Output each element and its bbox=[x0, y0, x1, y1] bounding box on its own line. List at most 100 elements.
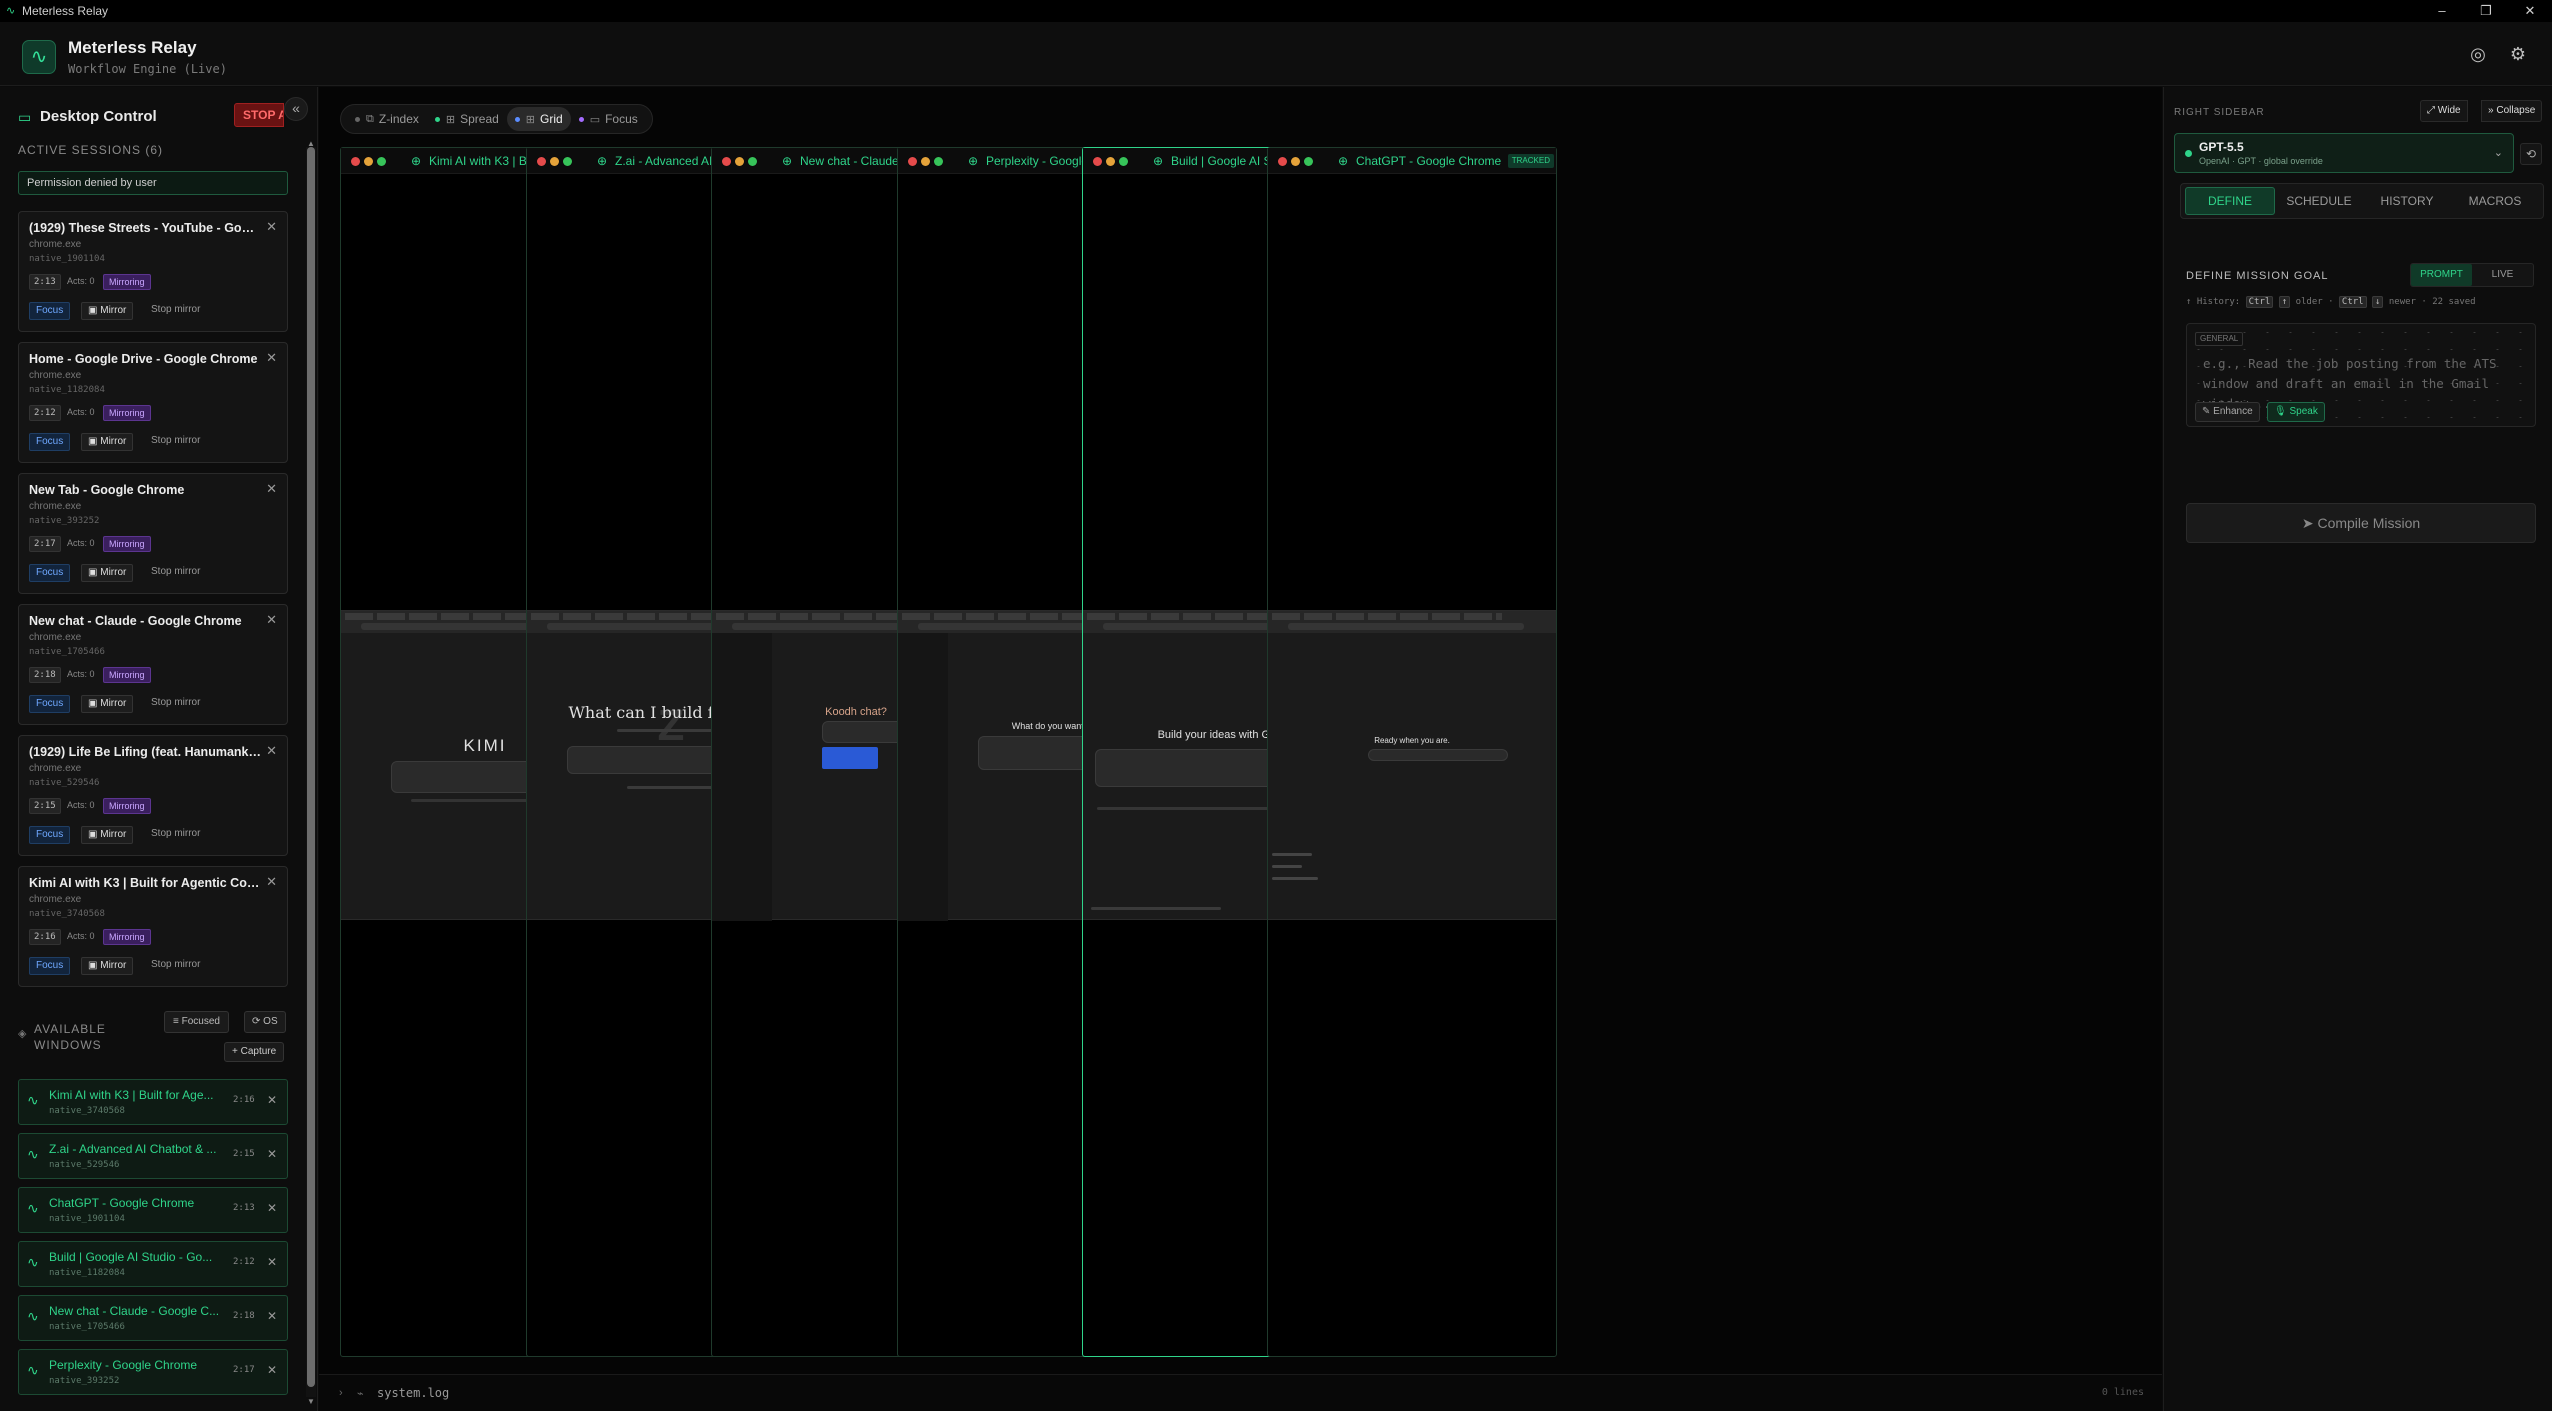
system-log-bar[interactable]: › ⌁ system.log 0 lines bbox=[319, 1374, 2162, 1411]
focus-button[interactable]: Focus bbox=[29, 826, 71, 844]
close-icon[interactable]: ✕ bbox=[266, 481, 277, 497]
session-card[interactable]: Kimi AI with K3 | Built for Agentic Codi… bbox=[18, 866, 288, 987]
collapse-left-panel-icon[interactable]: « bbox=[284, 97, 308, 121]
red-dot[interactable] bbox=[1093, 157, 1102, 166]
mirror-button[interactable]: ▣ Mirror bbox=[81, 302, 134, 320]
close-icon[interactable]: ✕ bbox=[267, 1255, 277, 1269]
red-dot[interactable] bbox=[537, 157, 546, 166]
stop-all-button[interactable]: STOP ALL bbox=[234, 103, 284, 127]
window-preview-card[interactable]: ⊕ ChatGPT - Google Chrome TRACKED Ready … bbox=[1267, 147, 1557, 1357]
green-dot[interactable] bbox=[563, 157, 572, 166]
green-dot[interactable] bbox=[377, 157, 386, 166]
red-dot[interactable] bbox=[908, 157, 917, 166]
close-icon[interactable]: ✕ bbox=[266, 219, 277, 235]
yellow-dot[interactable] bbox=[921, 157, 930, 166]
tab-schedule[interactable]: SCHEDULE bbox=[2275, 187, 2363, 215]
stop-mirror-button[interactable]: Stop mirror bbox=[145, 826, 206, 844]
globe-icon[interactable]: ◎ bbox=[2466, 42, 2490, 66]
session-card[interactable]: (1929) Life Be Lifing (feat. Hanumankind… bbox=[18, 735, 288, 856]
scrollbar-thumb[interactable] bbox=[307, 147, 315, 1387]
session-card[interactable]: New chat - Claude - Google Chrome ✕ chrome… bbox=[18, 604, 288, 725]
minimize-button[interactable]: – bbox=[2420, 0, 2464, 22]
green-dot[interactable] bbox=[1304, 157, 1313, 166]
available-window-item[interactable]: ∿ Z.ai - Advanced AI Chatbot & ... native_… bbox=[18, 1133, 288, 1179]
session-card[interactable]: New Tab - Google Chrome ✕ chrome.exe native… bbox=[18, 473, 288, 594]
window-card-header[interactable]: ⊕ ChatGPT - Google Chrome TRACKED bbox=[1268, 148, 1556, 174]
mirror-label: Mirror bbox=[100, 436, 127, 447]
yellow-dot[interactable] bbox=[735, 157, 744, 166]
refresh-icon[interactable]: ⟲ bbox=[2520, 143, 2542, 165]
close-icon[interactable]: ✕ bbox=[267, 1363, 277, 1377]
collapse-button[interactable]: » Collapse bbox=[2481, 100, 2543, 122]
layout-mode-grid[interactable]: ⊞ Grid bbox=[506, 107, 571, 131]
live-toggle[interactable]: LIVE bbox=[2472, 264, 2533, 286]
available-window-item[interactable]: ∿ Kimi AI with K3 | Built for Age... nativ… bbox=[18, 1079, 288, 1125]
close-icon[interactable]: ✕ bbox=[267, 1309, 277, 1323]
mission-goal-textarea[interactable]: GENERAL e.g., Read the job posting from … bbox=[2186, 323, 2536, 427]
green-dot[interactable] bbox=[1119, 157, 1128, 166]
red-dot[interactable] bbox=[722, 157, 731, 166]
yellow-dot[interactable] bbox=[364, 157, 373, 166]
mirror-button[interactable]: ▣ Mirror bbox=[81, 433, 134, 451]
focused-filter-button[interactable]: ≡ Focused bbox=[164, 1011, 229, 1033]
session-card[interactable]: (1929) These Streets - YouTube - Google.… bbox=[18, 211, 288, 332]
compile-mission-button[interactable]: ➤ Compile Mission bbox=[2186, 503, 2536, 543]
close-icon[interactable]: ✕ bbox=[267, 1093, 277, 1107]
mirror-button[interactable]: ▣ Mirror bbox=[81, 957, 134, 975]
session-acts: Acts: 0 bbox=[67, 276, 95, 286]
close-icon[interactable]: ✕ bbox=[266, 743, 277, 759]
close-icon[interactable]: ✕ bbox=[266, 612, 277, 628]
available-window-item[interactable]: ∿ New chat - Claude - Google C... native_1… bbox=[18, 1295, 288, 1341]
layout-mode-spread[interactable]: ⊞ Spread bbox=[427, 107, 507, 131]
close-icon[interactable]: ✕ bbox=[267, 1201, 277, 1215]
available-window-time: 2:13 bbox=[233, 1203, 255, 1213]
stop-mirror-button[interactable]: Stop mirror bbox=[145, 302, 206, 320]
tab-define[interactable]: DEFINE bbox=[2185, 187, 2275, 215]
tab-history[interactable]: HISTORY bbox=[2363, 187, 2451, 215]
red-dot[interactable] bbox=[351, 157, 360, 166]
session-card[interactable]: Home - Google Drive - Google Chrome ✕ chro… bbox=[18, 342, 288, 463]
red-dot[interactable] bbox=[1278, 157, 1287, 166]
close-icon[interactable]: ✕ bbox=[267, 1147, 277, 1161]
focus-button[interactable]: Focus bbox=[29, 433, 71, 451]
close-icon[interactable]: ✕ bbox=[266, 874, 277, 890]
focus-button[interactable]: Focus bbox=[29, 564, 71, 582]
os-refresh-button[interactable]: ⟳ OS bbox=[244, 1011, 286, 1033]
gear-icon[interactable]: ⚙ bbox=[2506, 42, 2530, 66]
green-dot[interactable] bbox=[748, 157, 757, 166]
wide-button[interactable]: ⤢ Wide bbox=[2420, 100, 2468, 122]
mirror-button[interactable]: ▣ Mirror bbox=[81, 695, 134, 713]
right-sidebar: RIGHT SIDEBAR ⤢ Wide » Collapse GPT-5.5 … bbox=[2163, 87, 2552, 1411]
layout-mode-focus[interactable]: ▭ Focus bbox=[571, 107, 646, 131]
available-window-title: Z.ai - Advanced AI Chatbot & ... bbox=[49, 1142, 217, 1156]
scroll-down-icon[interactable]: ▼ bbox=[306, 1397, 316, 1407]
capture-button[interactable]: + Capture bbox=[224, 1042, 285, 1062]
stop-mirror-button[interactable]: Stop mirror bbox=[145, 957, 206, 975]
speak-button[interactable]: 🎙 Speak bbox=[2267, 402, 2325, 422]
yellow-dot[interactable] bbox=[550, 157, 559, 166]
scroll-up-icon[interactable]: ▲ bbox=[306, 139, 316, 149]
model-selector[interactable]: GPT-5.5 OpenAI · GPT · global override ⌄ bbox=[2174, 133, 2514, 173]
maximize-button[interactable]: ❐ bbox=[2464, 0, 2508, 22]
mirror-button[interactable]: ▣ Mirror bbox=[81, 564, 134, 582]
close-icon[interactable]: ✕ bbox=[266, 350, 277, 366]
available-window-item[interactable]: ∿ Build | Google AI Studio - Go... native_… bbox=[18, 1241, 288, 1287]
tab-macros[interactable]: MACROS bbox=[2451, 187, 2539, 215]
prompt-toggle[interactable]: PROMPT bbox=[2411, 264, 2472, 286]
available-window-item[interactable]: ∿ ChatGPT - Google Chrome native_1901104 2:… bbox=[18, 1187, 288, 1233]
close-window-button[interactable]: ✕ bbox=[2508, 0, 2552, 22]
yellow-dot[interactable] bbox=[1291, 157, 1300, 166]
layout-mode-zindex[interactable]: ⧉ Z-index bbox=[347, 107, 427, 131]
enhance-button[interactable]: ✎ Enhance bbox=[2195, 402, 2260, 422]
focus-button[interactable]: Focus bbox=[29, 957, 71, 975]
chevron-right-icon[interactable]: › bbox=[339, 1387, 343, 1399]
focus-button[interactable]: Focus bbox=[29, 302, 71, 320]
stop-mirror-button[interactable]: Stop mirror bbox=[145, 433, 206, 451]
stop-mirror-button[interactable]: Stop mirror bbox=[145, 695, 206, 713]
stop-mirror-button[interactable]: Stop mirror bbox=[145, 564, 206, 582]
available-window-item[interactable]: ∿ Perplexity - Google Chrome native_393252… bbox=[18, 1349, 288, 1395]
yellow-dot[interactable] bbox=[1106, 157, 1115, 166]
mirror-button[interactable]: ▣ Mirror bbox=[81, 826, 134, 844]
focus-button[interactable]: Focus bbox=[29, 695, 71, 713]
green-dot[interactable] bbox=[934, 157, 943, 166]
